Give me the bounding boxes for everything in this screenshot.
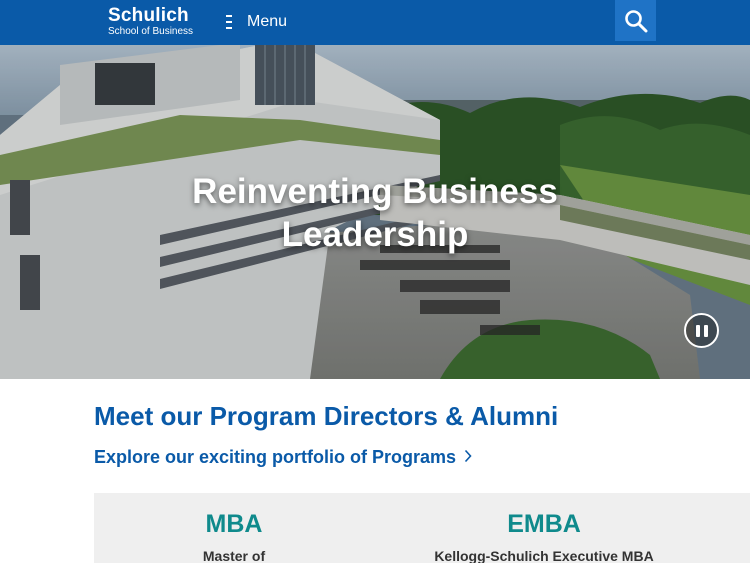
program-code: MBA — [205, 510, 263, 538]
menu-button[interactable]: Menu — [226, 10, 287, 34]
program-code: EMBA — [507, 510, 581, 538]
pause-icon — [694, 324, 710, 337]
slideshow-pause-button[interactable] — [684, 313, 719, 348]
section-title: Meet our Program Directors & Alumni — [94, 401, 559, 431]
program-carousel: MBA Master of EMBA Kellogg-Schulich Exec… — [94, 493, 750, 563]
search-icon — [624, 9, 647, 32]
hero-headline-line-2: Leadership — [281, 215, 469, 254]
program-card-emba[interactable]: EMBA Kellogg-Schulich Executive MBA — [374, 493, 714, 563]
hero-headline: Reinventing Business Leadership — [0, 170, 750, 256]
programs-link-label: Explore our exciting portfolio of Progra… — [94, 447, 457, 467]
programs-portfolio-link[interactable]: Explore our exciting portfolio of Progra… — [94, 446, 472, 468]
chevron-right-icon — [464, 446, 472, 468]
hero-banner: Reinventing Business Leadership — [0, 45, 750, 379]
logo-name: Schulich — [108, 5, 189, 26]
logo-subtitle: School of Business — [108, 26, 194, 37]
hero-headline-line-1: Reinventing Business — [192, 172, 558, 211]
site-header: Schulich School of Business Menu — [0, 0, 750, 45]
program-description: Master of — [202, 548, 266, 563]
search-button[interactable] — [615, 0, 656, 41]
program-card-mba[interactable]: MBA Master of — [154, 493, 314, 563]
program-description: Kellogg-Schulich Executive MBA — [434, 548, 654, 563]
schulich-logo[interactable]: Schulich School of Business — [108, 5, 194, 38]
menu-label: Menu — [247, 13, 288, 30]
hamburger-menu-icon — [226, 15, 236, 29]
